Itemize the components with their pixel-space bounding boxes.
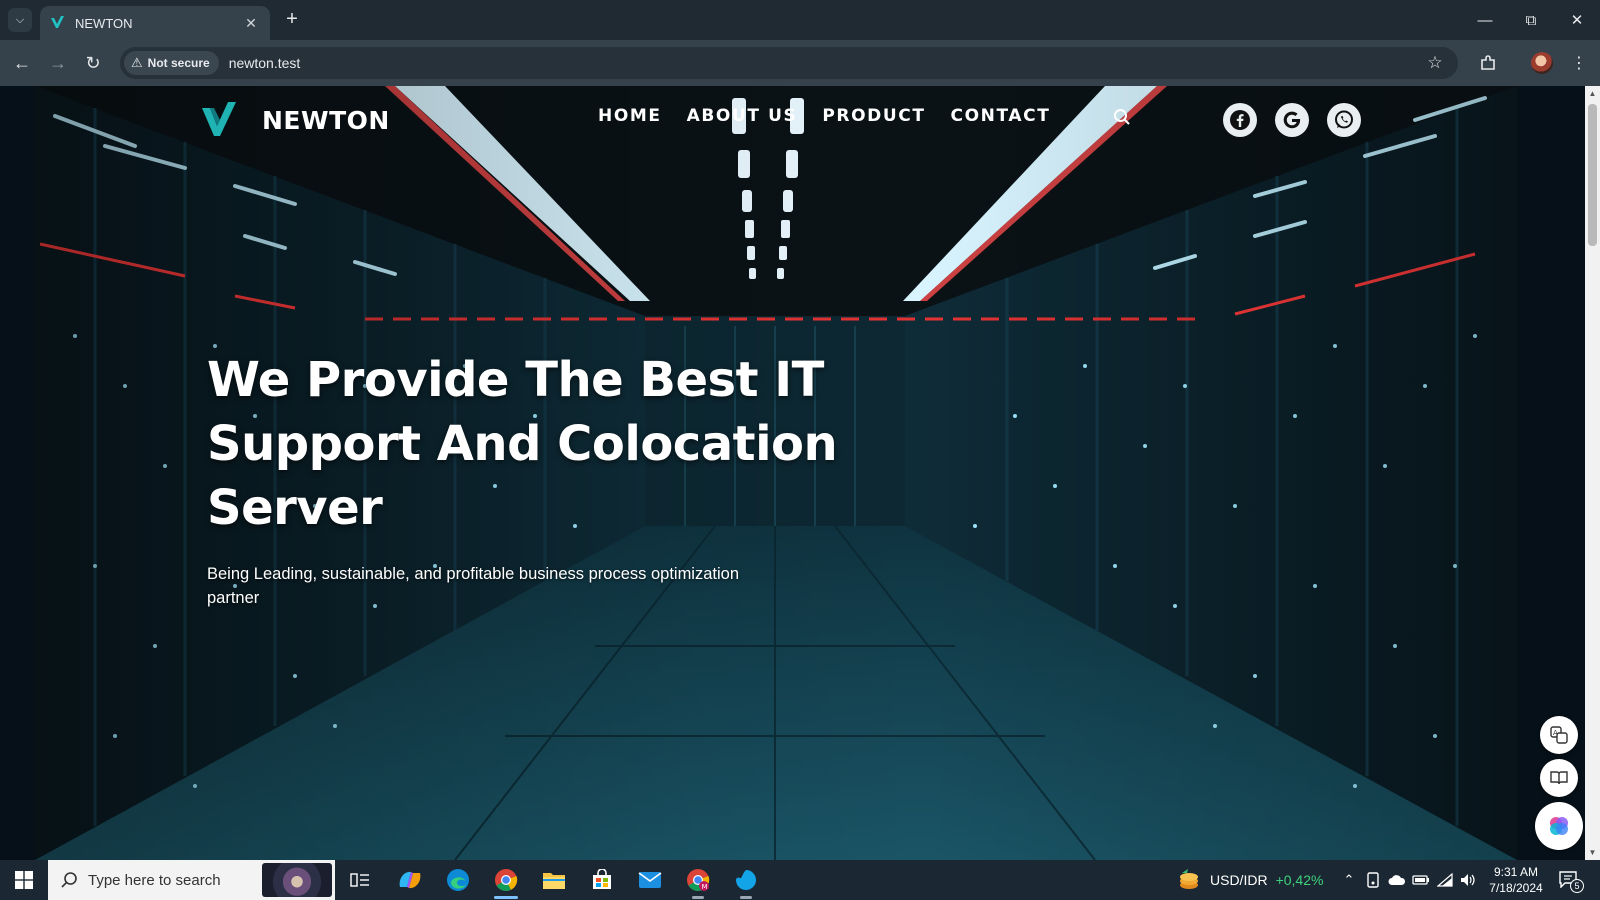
currency-change-value: +0,42% — [1275, 872, 1324, 888]
facebook-icon[interactable] — [1223, 103, 1257, 137]
bookmark-star-icon[interactable]: ☆ — [1420, 53, 1450, 73]
scroll-down-arrow-icon[interactable]: ▼ — [1585, 845, 1600, 860]
chrome-profile-icon[interactable]: M — [674, 860, 722, 900]
microsoft-store-icon[interactable] — [578, 860, 626, 900]
hero-title: We Provide The Best IT Support And Coloc… — [207, 352, 838, 536]
clock-date: 7/18/2024 — [1489, 881, 1543, 895]
minimize-window-button[interactable]: — — [1462, 0, 1508, 40]
battery-icon[interactable] — [1412, 871, 1430, 889]
coins-icon — [1180, 869, 1198, 889]
tab-title: NEWTON — [75, 15, 133, 31]
scrollbar-thumb[interactable] — [1588, 104, 1597, 246]
onedrive-cloud-icon[interactable] — [1388, 871, 1406, 889]
search-highlight-image — [262, 863, 332, 897]
notification-count-badge: 5 — [1570, 879, 1584, 893]
search-icon[interactable] — [1113, 108, 1131, 126]
volume-icon[interactable] — [1459, 871, 1477, 889]
url-text[interactable]: newton.test — [229, 55, 1420, 71]
browser-menu-icon[interactable]: ⋮ — [1566, 50, 1592, 76]
windows-start-button[interactable] — [0, 860, 48, 900]
restore-window-button[interactable]: ⧉ — [1508, 0, 1554, 40]
brand-name: NEWTON — [262, 105, 390, 135]
svg-text:A: A — [1553, 729, 1558, 737]
forward-button[interactable]: → — [45, 50, 71, 76]
clock-time: 9:31 AM — [1493, 865, 1539, 879]
currency-widget[interactable]: USD/IDR +0,42% — [1176, 860, 1323, 900]
browser-tab-strip: ⌵ NEWTON ✕ + — ⧉ ✕ — [0, 0, 1600, 40]
newton-favicon-icon — [50, 15, 66, 31]
new-tab-button[interactable]: + — [280, 8, 304, 32]
file-explorer-icon[interactable] — [530, 860, 578, 900]
profile-avatar[interactable] — [1529, 50, 1555, 76]
mail-icon[interactable] — [626, 860, 674, 900]
extensions-icon[interactable] — [1475, 50, 1501, 76]
task-view-icon[interactable] — [336, 860, 384, 900]
nav-contact-link[interactable]: CONTACT — [951, 106, 1051, 126]
reading-mode-icon[interactable] — [1540, 759, 1578, 797]
reload-button[interactable]: ↻ — [80, 50, 106, 76]
main-nav: HOME ABOUT US PRODUCT CONTACT — [598, 106, 1050, 126]
hero-subtitle: Being Leading, sustainable, and profitab… — [207, 565, 740, 607]
taskbar-search-placeholder: Type here to search — [88, 871, 221, 889]
chrome-icon[interactable] — [482, 860, 530, 900]
address-bar[interactable]: ⚠ Not secure newton.test ☆ — [120, 47, 1458, 79]
hero-section: NEWTON HOME ABOUT US PRODUCT CONTACT We … — [35, 86, 1517, 860]
search-icon — [61, 872, 77, 888]
copilot-icon[interactable] — [386, 860, 434, 900]
wifi-icon[interactable] — [1436, 871, 1454, 889]
close-window-button[interactable]: ✕ — [1554, 0, 1600, 40]
translate-icon[interactable]: A — [1540, 716, 1578, 754]
security-label: Not secure — [147, 56, 210, 70]
nav-home-link[interactable]: HOME — [598, 106, 662, 126]
newton-logo-icon — [202, 102, 236, 136]
site-logo[interactable]: NEWTON — [200, 100, 390, 140]
scroll-up-arrow-icon[interactable]: ▲ — [1585, 86, 1600, 101]
notification-center-icon[interactable]: 5 — [1558, 870, 1584, 893]
back-button[interactable]: ← — [9, 50, 35, 76]
google-icon[interactable] — [1275, 103, 1309, 137]
taskbar-clock[interactable]: 9:31 AM 7/18/2024 — [1484, 864, 1548, 896]
taskbar-search-box[interactable]: Type here to search — [48, 860, 335, 900]
windows-taskbar: Type here to search M USD/IDR +0,42% ⌃ 9… — [0, 860, 1600, 900]
browser-toolbar: ← → ↻ ⚠ Not secure newton.test ☆ ⋮ — [0, 40, 1600, 86]
edge-icon[interactable] — [434, 860, 482, 900]
svg-text:M: M — [702, 883, 708, 891]
security-chip[interactable]: ⚠ Not secure — [124, 51, 219, 75]
browser-tab[interactable]: NEWTON ✕ — [40, 6, 270, 40]
tab-search-chevron-icon[interactable]: ⌵ — [8, 8, 32, 32]
nav-about-us-link[interactable]: ABOUT US — [687, 106, 798, 126]
app-icon[interactable] — [722, 860, 770, 900]
device-icon[interactable] — [1364, 871, 1382, 889]
whatsapp-icon[interactable] — [1327, 103, 1361, 137]
copilot-sidebar-icon[interactable] — [1535, 802, 1583, 850]
show-hidden-icons-chevron-icon[interactable]: ⌃ — [1340, 871, 1358, 889]
page-scrollbar[interactable]: ▲ ▼ — [1585, 86, 1600, 860]
nav-product-link[interactable]: PRODUCT — [822, 106, 925, 126]
warning-icon: ⚠ — [131, 55, 143, 70]
tab-close-icon[interactable]: ✕ — [242, 15, 260, 32]
currency-pair-label: USD/IDR — [1210, 872, 1268, 888]
page-viewport: NEWTON HOME ABOUT US PRODUCT CONTACT We … — [0, 86, 1600, 860]
